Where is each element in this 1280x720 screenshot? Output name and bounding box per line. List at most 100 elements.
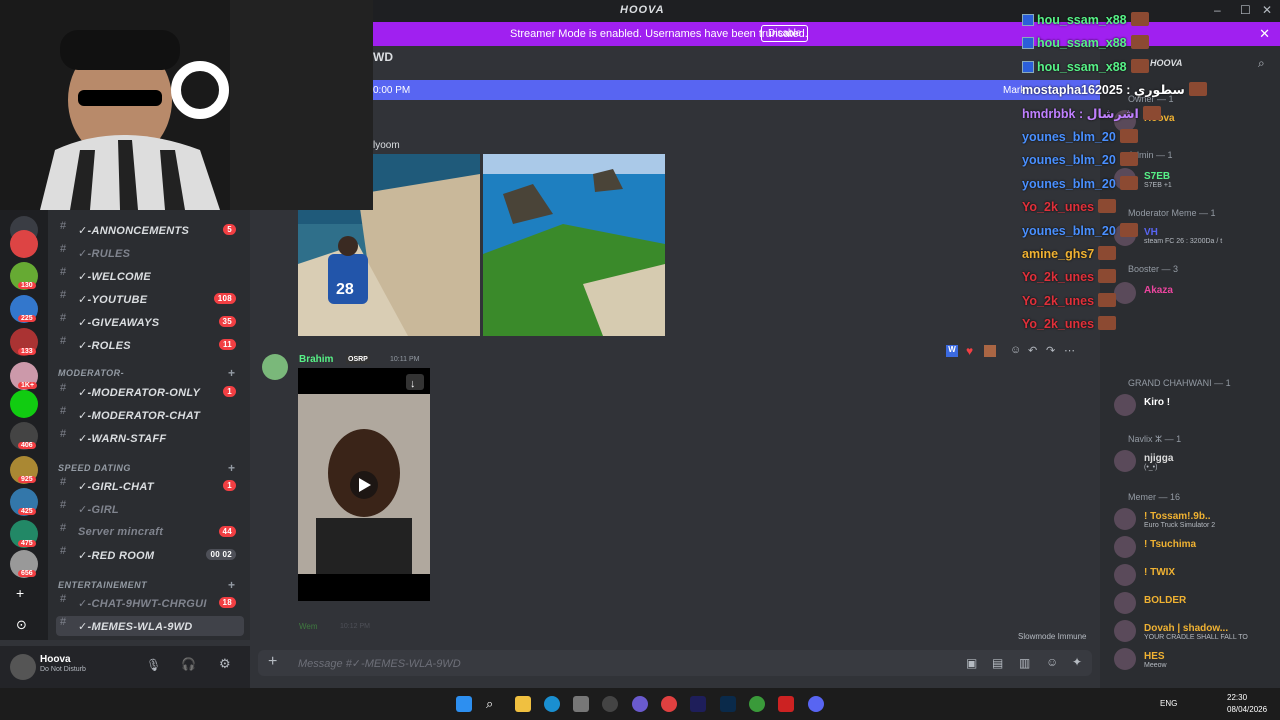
close-banner-icon[interactable]: ✕ [1259,26,1270,42]
channel-item[interactable]: # Server mincraft 44 [56,522,244,542]
member-item[interactable]: ! Tossam!.9b.. Euro Truck Simulator 2 [1114,506,1274,530]
server-icon[interactable]: 925 [10,456,38,484]
server-icon[interactable]: 225 [10,295,38,323]
search-icon[interactable]: ⌕ [486,696,502,712]
photoshop-icon[interactable] [720,696,736,712]
channel-item[interactable]: # ✓-ANNONCEMENTS 5 [56,220,244,240]
windows-start-icon[interactable] [456,696,472,712]
emoji-reaction-icon[interactable] [984,345,996,357]
member-item[interactable]: Dovah | shadow... YOUR CRADLE SHALL FALL … [1114,618,1274,642]
file-explorer-icon[interactable] [515,696,531,712]
server-icon[interactable]: 130 [10,262,38,290]
channel-item[interactable]: # ✓-YOUTUBE 108 [56,289,244,309]
avatar [1114,394,1136,416]
video-attachment[interactable]: ↓ [298,368,430,601]
sticker-icon[interactable]: ▥ [1019,656,1030,670]
member-item[interactable]: ! Tsuchima [1114,534,1274,558]
add-channel-icon[interactable]: + [228,578,236,592]
member-item[interactable]: S7EB S7EB +1 [1114,166,1274,190]
avatar[interactable] [10,654,36,680]
chat-app-icon[interactable] [632,696,648,712]
channel-item[interactable]: # ✓-RED ROOM 00 02 [56,545,244,565]
attach-plus-icon[interactable]: + [268,653,277,671]
discord-icon[interactable] [808,696,824,712]
search-icon[interactable]: ⌕ [1258,56,1265,71]
heart-icon[interactable]: ♥ [966,344,973,358]
emoji-icon[interactable]: ☺ [1046,655,1058,669]
message-composer[interactable]: + Message #✓-MEMES-WLA-9WD ▣ ▤ ▥ ☺ ✦ [258,650,1092,676]
server-icon[interactable]: 425 [10,488,38,516]
emote-icon [1130,35,1149,50]
reply-icon[interactable]: ↶ [1028,344,1037,357]
channel-item[interactable]: # ✓-WARN-STAFF [56,428,244,448]
new-messages-bar[interactable]: 0:00 PM Mark [373,80,1100,100]
member-item[interactable]: HES Meeow [1114,646,1274,670]
channel-item[interactable]: # ✓-WELCOME [56,266,244,286]
avatar [1114,282,1136,304]
channel-item[interactable]: # ✓-MEMES-WLA-9WD [56,616,244,636]
photo-attachment-2[interactable] [483,154,665,336]
channel-category[interactable]: SPEED DATING + [58,461,235,475]
message-author[interactable]: Brahim [299,354,333,365]
disable-button[interactable]: Disable [761,25,809,42]
store-icon[interactable] [573,696,589,712]
member-item[interactable]: ! TWIX [1114,562,1274,586]
category-label: ENTERTAINEMENT [58,580,148,590]
avatar[interactable] [262,354,288,380]
server-icon[interactable] [10,390,38,418]
message-text: lyoom [373,140,400,151]
overlay-username: younes_blm_20 [1022,176,1116,191]
clock-time[interactable]: 22:30 [1227,693,1247,702]
add-server-icon[interactable]: + [16,585,24,601]
member-item[interactable]: BOLDER [1114,590,1274,614]
gift-icon[interactable]: ▣ [966,656,977,670]
gif-icon[interactable]: ▤ [992,656,1003,670]
server-icon[interactable]: 475 [10,520,38,548]
more-icon[interactable]: ⋯ [1064,344,1075,357]
language-indicator[interactable]: ENG [1160,699,1177,708]
channel-item[interactable]: # ✓-GIVEAWAYS 35 [56,312,244,332]
add-reaction-icon[interactable]: ☺ [1010,344,1021,356]
member-item[interactable]: Akaza [1114,280,1274,304]
channel-item[interactable]: # ✓-GIRL [56,499,244,519]
clock-date[interactable]: 08/04/2026 [1227,705,1267,714]
channel-list: # ✓-ANNONCEMENTS 5 # ✓-RULES # ✓-WELCOME # ✓-YOU… [48,210,250,640]
member-name: Dovah | shadow... [1144,623,1229,634]
apps-icon[interactable]: ✦ [1072,655,1082,669]
channel-item[interactable]: # ✓-MODERATOR-CHAT [56,405,244,425]
channel-category[interactable]: MODERATOR- + [58,366,235,380]
channel-item[interactable]: # ✓-MODERATOR-ONLY 1 [56,382,244,402]
server-icon[interactable]: 1K+ [10,362,38,390]
headphones-icon[interactable]: 🎧 [181,657,196,671]
chrome-icon[interactable] [661,696,677,712]
close-icon[interactable]: ✕ [1262,3,1272,17]
channel-item[interactable]: # ✓-GIRL-CHAT 1 [56,476,244,496]
channel-label: ✓-GIVEAWAYS [78,317,160,329]
maximize-icon[interactable]: ☐ [1240,3,1251,17]
channel-item[interactable]: # ✓-CHAT-9HWT-CHRGUI 18 [56,593,244,613]
reaction-w-icon[interactable]: W [946,345,958,357]
streaming-app-icon[interactable] [778,696,794,712]
member-item[interactable]: njigga (•_•) [1114,448,1274,472]
server-icon[interactable]: 406 [10,422,38,450]
add-channel-icon[interactable]: + [228,461,236,475]
message-input[interactable]: Message #✓-MEMES-WLA-9WD [298,657,461,670]
add-channel-icon[interactable]: + [228,366,236,380]
discover-icon[interactable]: ⊙ [16,617,27,633]
premiere-icon[interactable] [690,696,706,712]
server-icon[interactable]: 656 [10,550,38,578]
channel-category[interactable]: ENTERTAINEMENT + [58,578,235,592]
server-icon[interactable]: 133 [10,328,38,356]
member-item[interactable]: Kiro ! [1114,392,1274,416]
forward-icon[interactable]: ↷ [1046,344,1055,357]
microphone-icon[interactable]: 🎙 [146,658,161,672]
edge-icon[interactable] [544,696,560,712]
server-icon[interactable] [10,230,38,258]
minimize-icon[interactable]: – [1214,3,1221,17]
settings-gear-icon[interactable]: ⚙ [219,656,231,672]
app-icon[interactable] [749,696,765,712]
channel-item[interactable]: # ✓-ROLES 11 [56,335,244,355]
app-icon[interactable] [602,696,618,712]
channel-item[interactable]: # ✓-RULES [56,243,244,263]
member-item[interactable]: VH steam FC 26 : 3200Da / t [1114,222,1274,246]
